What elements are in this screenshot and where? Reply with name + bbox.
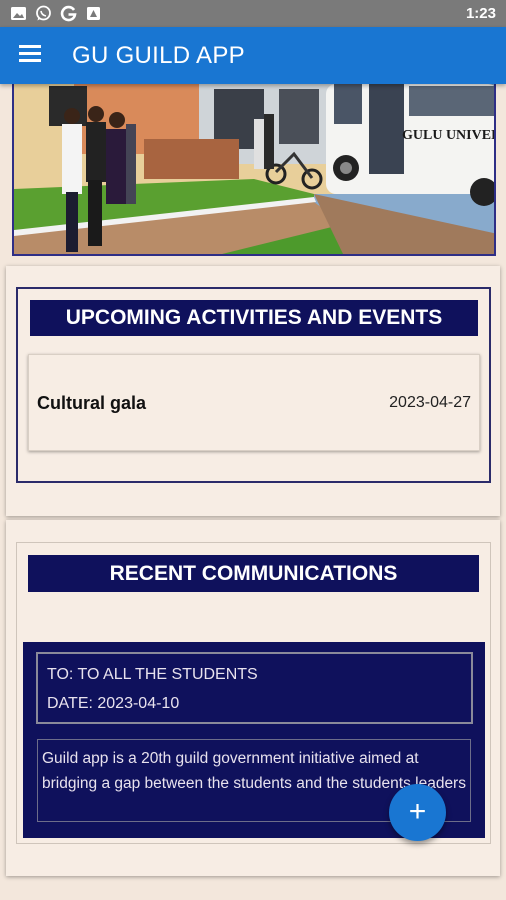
communication-header: TO: TO ALL THE STUDENTS DATE: 2023-04-10 — [36, 652, 473, 724]
app-title: GU GUILD APP — [72, 42, 245, 69]
event-item[interactable]: Cultural gala 2023-04-27 — [28, 354, 480, 451]
google-icon — [60, 5, 77, 22]
notification-icons — [10, 5, 102, 22]
event-name: Cultural gala — [37, 393, 147, 413]
campus-photo: GULU UNIVERS — [14, 84, 496, 254]
app-bar: GU GUILD APP — [0, 27, 506, 84]
bus-text: GULU UNIVERS — [402, 128, 496, 143]
communications-section-title: RECENT COMMUNICATIONS — [28, 555, 479, 592]
events-section-title: UPCOMING ACTIVITIES AND EVENTS — [30, 300, 478, 336]
whatsapp-icon — [36, 5, 51, 21]
communication-recipient: TO: TO ALL THE STUDENTS — [47, 666, 258, 683]
event-date: 2023-04-27 — [389, 394, 471, 411]
plus-icon: + — [408, 795, 427, 828]
document-icon — [87, 7, 100, 20]
hero-image: GULU UNIVERS — [12, 84, 496, 256]
hamburger-menu-icon[interactable] — [19, 45, 41, 65]
gallery-icon — [11, 7, 26, 20]
add-button[interactable]: + — [389, 784, 446, 841]
status-bar: 1:23 — [0, 0, 506, 27]
communication-date: DATE: 2023-04-10 — [47, 695, 180, 712]
status-time: 1:23 — [465, 5, 496, 22]
